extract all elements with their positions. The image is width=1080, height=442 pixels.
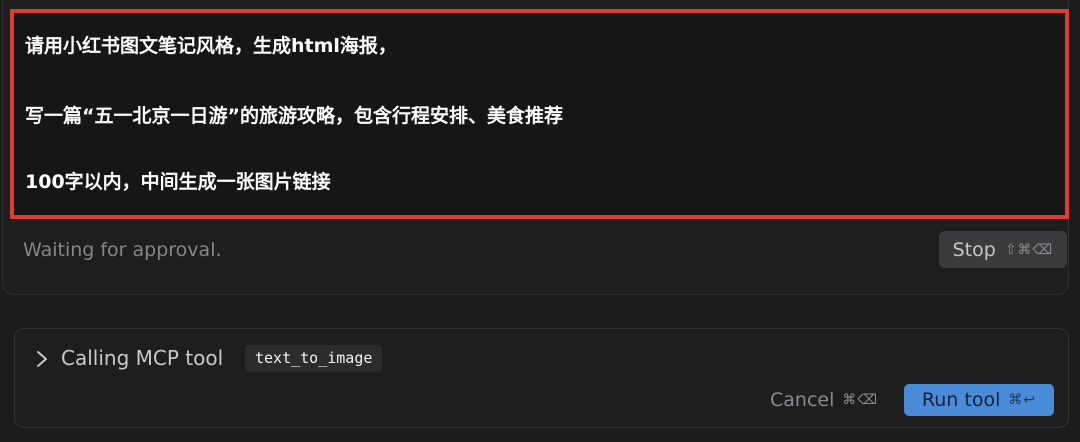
prompt-line-1: 请用小红书图文笔记风格，生成html海报，	[25, 35, 397, 57]
run-tool-button-label: Run tool	[921, 389, 1001, 411]
chat-panel: 请用小红书图文笔记风格，生成html海报， 写一篇“五一北京一日游”的旅游攻略，…	[2, 0, 1069, 295]
stop-button-label: Stop	[952, 238, 996, 261]
tool-call-title[interactable]: Calling MCP tool	[61, 346, 223, 370]
cancel-button-label: Cancel	[770, 389, 835, 411]
prompt-highlight-box: 请用小红书图文笔记风格，生成html海报， 写一篇“五一北京一日游”的旅游攻略，…	[10, 9, 1069, 219]
run-tool-button[interactable]: Run tool ⌘↩	[904, 384, 1054, 416]
stop-button[interactable]: Stop ⇧⌘⌫	[939, 231, 1067, 268]
cancel-shortcut-hint: ⌘⌫	[842, 392, 879, 408]
run-tool-shortcut-hint: ⌘↩	[1008, 392, 1037, 408]
chevron-right-icon[interactable]	[35, 349, 49, 369]
prompt-line-2: 写一篇“五一北京一日游”的旅游攻略，包含行程安排、美食推荐	[25, 105, 563, 127]
cancel-button[interactable]: Cancel ⌘⌫	[770, 385, 878, 415]
tool-name-badge: text_to_image	[245, 345, 383, 372]
page: 请用小红书图文笔记风格，生成html海报， 写一篇“五一北京一日游”的旅游攻略，…	[0, 0, 1080, 442]
approval-status-text: Waiting for approval.	[23, 239, 222, 261]
mcp-tool-call-card: Calling MCP tool text_to_image Cancel ⌘⌫…	[14, 328, 1069, 428]
prompt-line-3: 100字以内，中间生成一张图片链接	[25, 171, 331, 193]
stop-shortcut-hint: ⇧⌘⌫	[1004, 241, 1054, 258]
